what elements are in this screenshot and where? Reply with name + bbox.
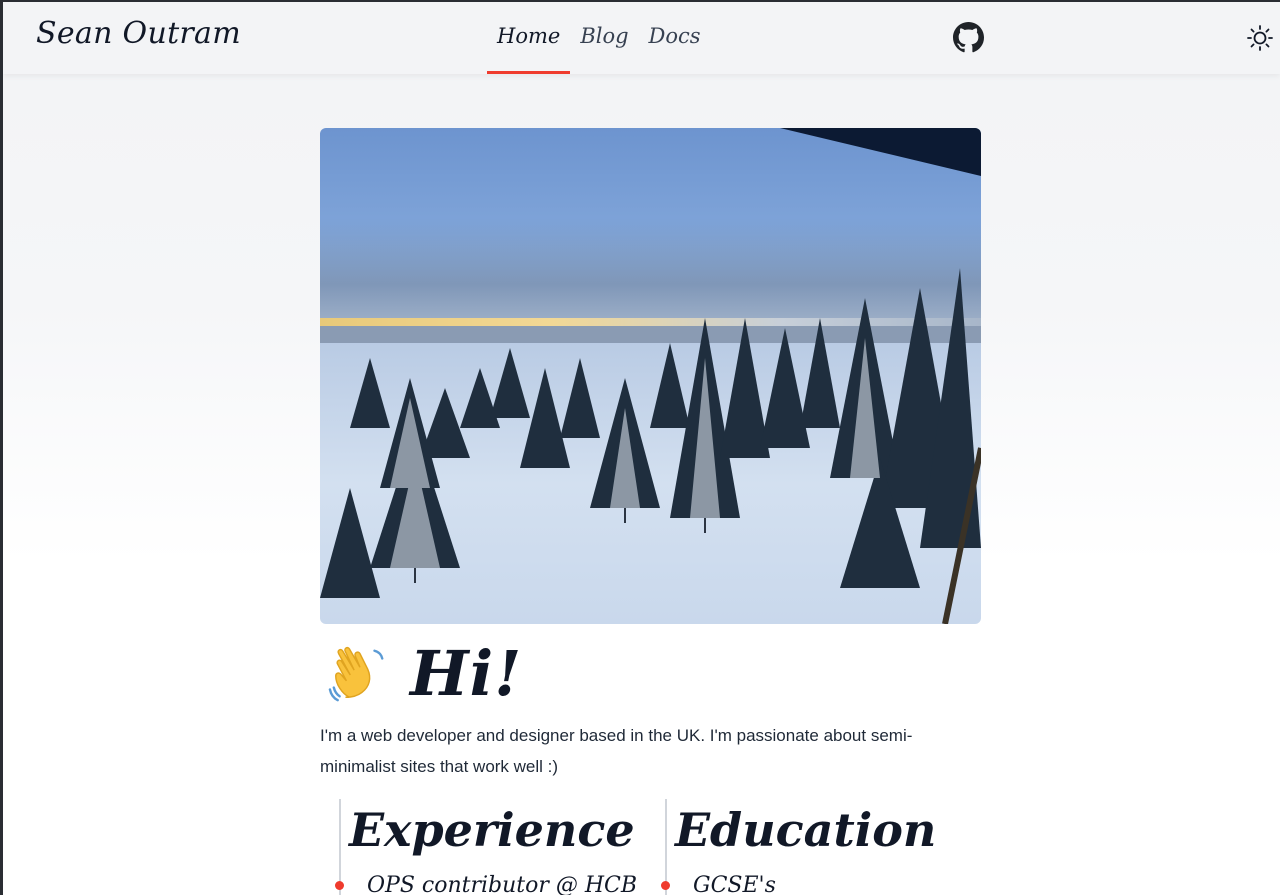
timeline-dot [661, 881, 670, 890]
nav-docs[interactable]: Docs [639, 2, 711, 74]
greeting: Hi! [328, 634, 522, 714]
experience-item: OPS contributor @ HCB [367, 873, 638, 895]
waving-hand-icon [328, 646, 384, 702]
nav-blog[interactable]: Blog [570, 2, 638, 74]
hero-image [320, 128, 981, 624]
timeline-dot [335, 881, 344, 890]
page-title: Hi! [410, 637, 523, 710]
site-logo[interactable]: Sean Outram [36, 16, 241, 51]
main-nav: Home Blog Docs [487, 2, 711, 74]
experience-section: Experience OPS contributor @ HCB [335, 799, 641, 895]
nav-home[interactable]: Home [487, 2, 571, 74]
education-item: GCSE's [693, 873, 776, 895]
sun-icon[interactable] [1246, 24, 1274, 52]
intro-text: I'm a web developer and designer based i… [320, 726, 913, 776]
experience-title: Experience [349, 803, 635, 857]
education-section: Education GCSE's [661, 799, 967, 895]
site-header: Sean Outram Home Blog Docs [3, 2, 1280, 74]
education-title: Education [675, 803, 937, 857]
github-icon[interactable] [953, 22, 984, 53]
page: Sean Outram Home Blog Docs Hi! I'm a web… [0, 0, 1280, 895]
